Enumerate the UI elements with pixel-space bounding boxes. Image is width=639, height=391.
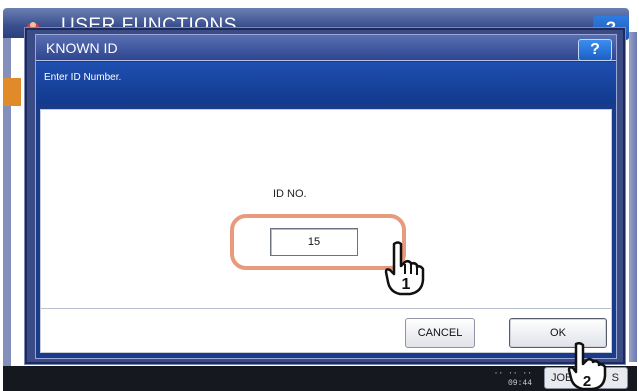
instruction-bar: Enter ID Number. [36, 62, 616, 104]
known-id-dialog: KNOWN ID ? Enter ID Number. ID NO. 15 CA… [25, 28, 625, 364]
dialog-title: KNOWN ID [46, 40, 118, 56]
footer-divider [41, 308, 611, 309]
status-clock: ·· ·· ·· 09:44 [488, 369, 532, 389]
status-bar [3, 366, 637, 391]
app-right-edge [629, 32, 637, 362]
pointer-hand-icon-2: 2 [567, 342, 607, 390]
screen: USER FUNCTIONS ? ·· ·· ·· 09:44 JOB S KN… [0, 0, 639, 391]
status-date: ·· ·· ·· [493, 369, 532, 378]
app-side-tab [3, 78, 21, 106]
dialog-help-button[interactable]: ? [578, 39, 612, 61]
step2-number: 2 [583, 373, 591, 390]
dialog-panel: KNOWN ID ? Enter ID Number. ID NO. 15 CA… [35, 34, 617, 359]
status-time: 09:44 [507, 379, 532, 388]
cancel-button[interactable]: CANCEL [405, 318, 475, 348]
instruction-text: Enter ID Number. [44, 72, 122, 83]
pointer-hand-icon: 1 [384, 241, 425, 296]
dialog-header: KNOWN ID ? [36, 35, 616, 61]
id-number-field[interactable]: 15 [270, 228, 358, 256]
id-number-label: ID NO. [273, 188, 307, 200]
step1-number: 1 [402, 276, 411, 293]
dialog-body: ID NO. 15 CANCEL OK [40, 109, 612, 353]
